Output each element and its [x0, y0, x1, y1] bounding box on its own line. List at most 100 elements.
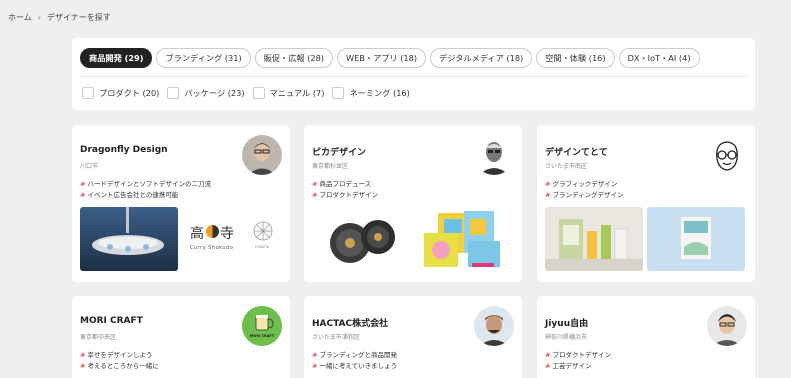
- designer-card[interactable]: Jiyuu自由 神奈川県横浜市 # プロダクトデザイン # 工芸デザイン: [537, 296, 755, 378]
- breadcrumb-current: デザイナーを探す: [46, 13, 111, 22]
- hash-icon: #: [80, 351, 86, 359]
- tag[interactable]: # ブランディングと商品開発: [312, 350, 397, 361]
- logo-half-circle-icon: [206, 225, 219, 238]
- designer-name[interactable]: Dragonfly Design: [80, 145, 168, 155]
- avatar: [474, 306, 514, 346]
- chip-sales-promotion[interactable]: 販促・広報 (28): [254, 48, 333, 68]
- portfolio-images: [545, 207, 745, 271]
- hash-icon: #: [545, 351, 551, 359]
- checkbox-label: パッケージ (23): [184, 88, 245, 98]
- tag-list: # プロダクトデザイン # 工芸デザイン: [545, 350, 611, 372]
- tag[interactable]: # ハードデザインとソフトデザインの二刀流: [80, 179, 211, 190]
- logo-mark-text-2: 寺: [220, 226, 234, 242]
- tag[interactable]: # ブランディングデザイン: [545, 190, 624, 201]
- portfolio-images: 高 寺 Curry Shokudo COACTA: [80, 207, 280, 271]
- tag-text: グラフィックデザイン: [552, 180, 618, 188]
- checkbox-label: ネーミング (16): [349, 88, 410, 98]
- logo-badge-text: MORI CRAFT: [249, 334, 275, 338]
- checkbox-box[interactable]: [332, 87, 345, 99]
- designer-card[interactable]: ピカデザイン 東京都杉並区 # 商品プロデュース # プロダクトデザイン: [304, 125, 522, 282]
- designer-location: 川口市: [80, 163, 99, 170]
- tag-text: 幸せをデザインしよう: [87, 351, 153, 359]
- tag-text: ブランディングデザイン: [552, 191, 624, 199]
- breadcrumb: ホーム › デザイナーを探す: [8, 12, 111, 23]
- filter-panel: 商品開発 (29) ブランディング (31) 販促・広報 (28) WEB・アプ…: [72, 38, 755, 110]
- designer-name[interactable]: ピカデザイン: [312, 145, 366, 158]
- designer-location: 東京都中央区: [80, 334, 117, 341]
- chip-space-experience[interactable]: 空間・体験 (16): [536, 48, 615, 68]
- tag-list: # 商品プロデュース # プロダクトデザイン: [312, 179, 378, 201]
- tag-list: # ブランディングと商品開発 # 一緒に考えていきましょう: [312, 350, 397, 372]
- hash-icon: #: [80, 362, 86, 370]
- tag-text: ブランディングと商品開発: [319, 351, 397, 359]
- logo-mark-text: 高: [190, 226, 204, 242]
- chip-web-app[interactable]: WEB・アプリ (18): [337, 48, 427, 68]
- checkbox-box[interactable]: [252, 87, 265, 99]
- designer-card[interactable]: MORI CRAFT 東京都中央区 MORI CRAFT # 幸せをデザインしよう…: [72, 296, 290, 378]
- tag[interactable]: # 考えるところから一緒に: [80, 361, 159, 372]
- tag-text: 商品プロデュース: [319, 180, 372, 188]
- breadcrumb-home[interactable]: ホーム: [8, 12, 32, 23]
- tag[interactable]: # 工芸デザイン: [545, 361, 611, 372]
- chip-product-development[interactable]: 商品開発 (29): [80, 48, 153, 68]
- tag-list: # 幸せをデザインしよう # 考えるところから一緒に: [80, 350, 159, 372]
- hash-icon: #: [80, 180, 86, 188]
- checkbox-manual[interactable]: マニュアル (7): [252, 87, 325, 99]
- portfolio-image-logos[interactable]: 高 寺 Curry Shokudo COACTA: [182, 207, 280, 271]
- checkbox-label: プロダクト (20): [99, 88, 160, 98]
- hash-icon: #: [312, 351, 318, 359]
- designer-card[interactable]: デザインてとて さいたま市南区 # グラフィックデザイン # ブランディングデザイン: [537, 125, 755, 282]
- chip-dx-iot-ai[interactable]: DX・IoT・AI (4): [618, 48, 700, 68]
- tag[interactable]: # グラフィックデザイン: [545, 179, 624, 190]
- designer-location: さいたま市浦和区: [312, 334, 360, 341]
- tag[interactable]: # プロダクトデザイン: [312, 190, 378, 201]
- tag-text: 考えるところから一緒に: [87, 362, 159, 370]
- hash-icon: #: [545, 191, 551, 199]
- tag-list: # ハードデザインとソフトデザインの二刀流 # イベント広告会社との連携可能: [80, 179, 211, 201]
- logo-subtitle: Curry Shokudo: [190, 245, 234, 251]
- checkbox-naming[interactable]: ネーミング (16): [332, 87, 410, 99]
- avatar-illustration: [707, 135, 747, 175]
- designer-name[interactable]: デザインてとて: [545, 145, 608, 158]
- designer-name[interactable]: Jiyuu自由: [545, 316, 588, 329]
- tag[interactable]: # 一緒に考えていきましょう: [312, 361, 397, 372]
- tag[interactable]: # イベント広告会社との連携可能: [80, 190, 211, 201]
- designer-name[interactable]: HACTAC株式会社: [312, 316, 388, 329]
- geometric-logo-icon: [253, 221, 273, 241]
- designer-location: 神奈川県横浜市: [545, 334, 588, 341]
- logo-small-text: COACTA: [255, 245, 270, 249]
- tag-text: イベント広告会社との連携可能: [87, 191, 179, 199]
- portfolio-image-bottles[interactable]: [545, 207, 643, 271]
- hash-icon: #: [312, 362, 318, 370]
- chip-branding[interactable]: ブランディング (31): [156, 48, 251, 68]
- avatar: [474, 135, 514, 175]
- designer-card[interactable]: HACTAC株式会社 さいたま市浦和区 # ブランディングと商品開発 # 一緒に考え…: [304, 296, 522, 378]
- tag[interactable]: # プロダクトデザイン: [545, 350, 611, 361]
- portfolio-images: [312, 207, 512, 271]
- tag[interactable]: # 幸せをデザインしよう: [80, 350, 159, 361]
- designer-card[interactable]: Dragonfly Design 川口市 # ハードデザインとソフトデザインの二刀…: [72, 125, 290, 282]
- category-chips: 商品開発 (29) ブランディング (31) 販促・広報 (28) WEB・アプ…: [80, 48, 700, 68]
- hash-icon: #: [545, 362, 551, 370]
- avatar: [707, 306, 747, 346]
- hash-icon: #: [312, 191, 318, 199]
- subcategory-checkboxes: プロダクト (20) パッケージ (23) マニュアル (7) ネーミング (1…: [82, 87, 410, 99]
- portfolio-image-fishing-reel[interactable]: [312, 207, 410, 271]
- tag-text: プロダクトデザイン: [319, 191, 378, 199]
- checkbox-box[interactable]: [167, 87, 180, 99]
- breadcrumb-separator: ›: [37, 13, 41, 22]
- tag[interactable]: # 商品プロデュース: [312, 179, 378, 190]
- checkbox-box[interactable]: [82, 87, 94, 99]
- checkbox-label: マニュアル (7): [269, 88, 325, 98]
- chip-digital-media[interactable]: デジタルメディア (18): [430, 48, 533, 68]
- portfolio-image-book[interactable]: [647, 207, 745, 271]
- tag-text: プロダクトデザイン: [552, 351, 611, 359]
- checkbox-package[interactable]: パッケージ (23): [167, 87, 245, 99]
- designer-name[interactable]: MORI CRAFT: [80, 316, 143, 326]
- filter-divider: [80, 76, 747, 77]
- tag-list: # グラフィックデザイン # ブランディングデザイン: [545, 179, 624, 201]
- checkbox-product[interactable]: プロダクト (20): [82, 87, 159, 99]
- portfolio-image-lamp[interactable]: [80, 207, 178, 271]
- tag-text: ハードデザインとソフトデザインの二刀流: [87, 180, 211, 188]
- portfolio-image-packages[interactable]: [414, 207, 512, 271]
